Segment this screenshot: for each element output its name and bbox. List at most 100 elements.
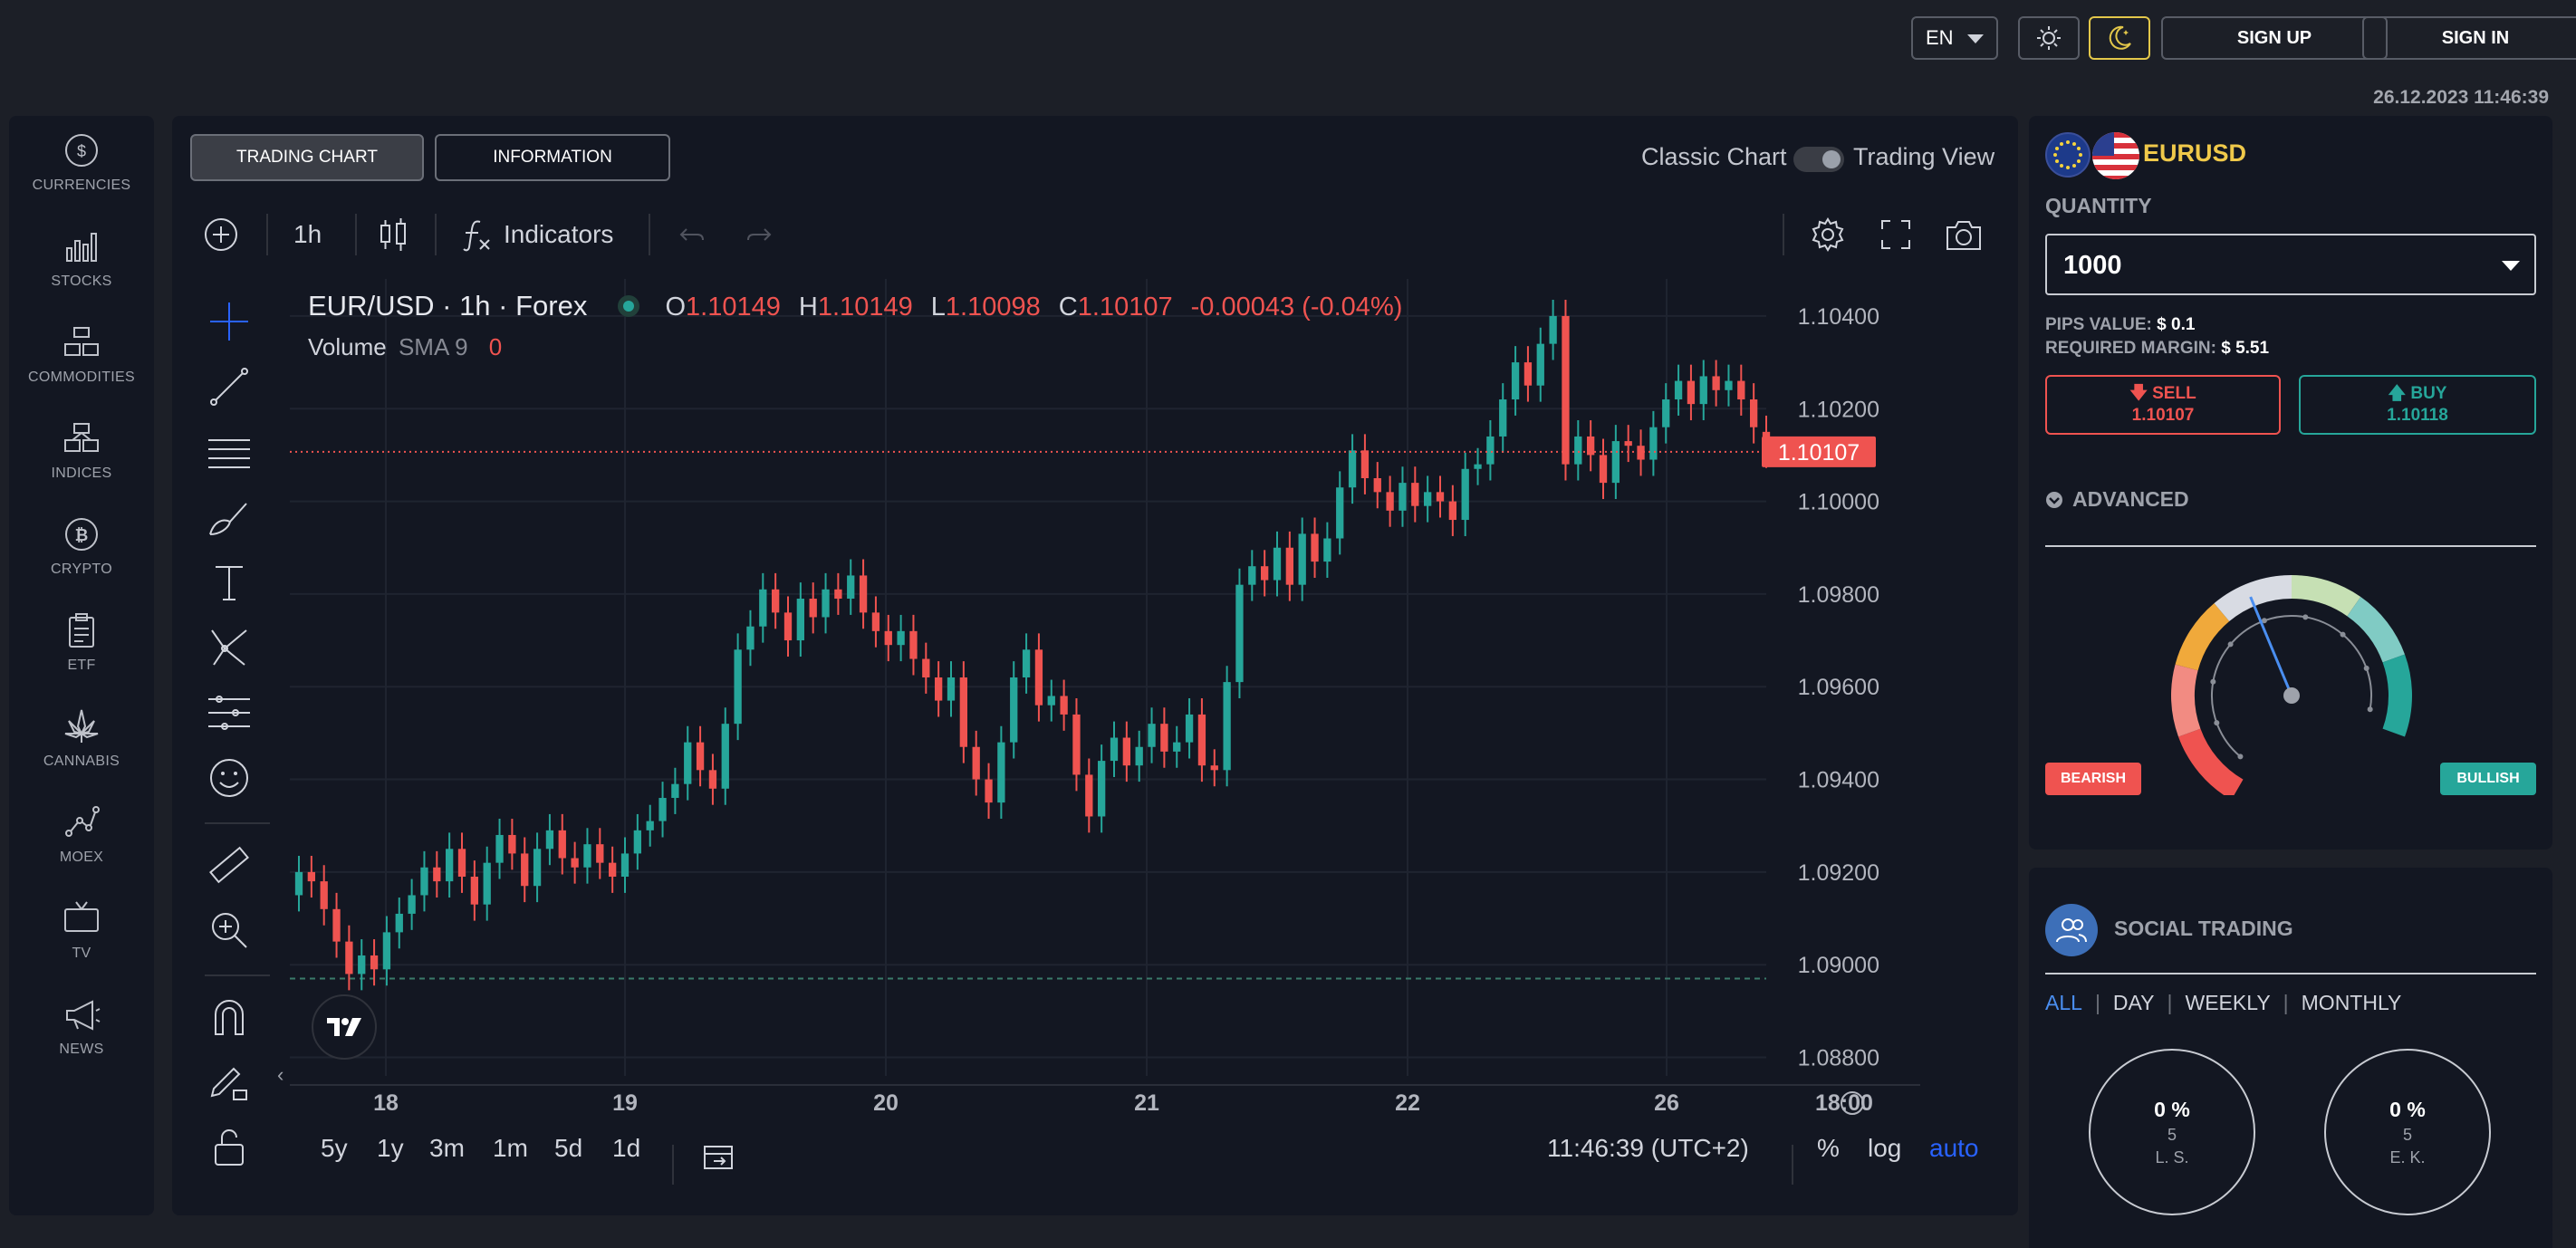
candle-body xyxy=(646,821,654,830)
candle-body xyxy=(1173,742,1181,752)
candle-body xyxy=(1148,724,1156,747)
filter-all[interactable]: ALL xyxy=(2045,991,2082,1015)
candle-body xyxy=(884,630,892,646)
candle-body xyxy=(1285,547,1293,585)
chevron-circle-icon xyxy=(2046,491,2062,508)
y-tick-label: 1.10200 xyxy=(1798,397,1879,422)
legend-symbol: EUR/USD · 1h · Forex xyxy=(308,290,588,322)
buy-button[interactable]: 🡅 BUY 1.10118 xyxy=(2299,375,2536,435)
tradingview-logo[interactable] xyxy=(312,994,377,1060)
sidebar-item-news[interactable]: NEWS xyxy=(9,994,154,1085)
sidebar-item-moex[interactable]: MOEX xyxy=(9,802,154,893)
svg-text:₿: ₿ xyxy=(75,526,89,544)
sell-button[interactable]: 🡇 SELL 1.10107 xyxy=(2045,375,2281,435)
language-select[interactable]: EN xyxy=(1911,16,1998,60)
range-5d-button[interactable]: 5d xyxy=(554,1134,582,1163)
candle-body xyxy=(1248,566,1256,585)
candle-body xyxy=(571,858,579,868)
clipboard-icon xyxy=(69,613,94,648)
candle-body xyxy=(1649,427,1658,460)
filter-weekly[interactable]: WEEKLY xyxy=(2186,991,2271,1015)
candle-body xyxy=(1662,399,1670,427)
sign-up-button[interactable]: SIGN UP xyxy=(2161,16,2388,60)
chart-clock[interactable]: 11:46:39 (UTC+2) xyxy=(1547,1134,1749,1163)
candle-body xyxy=(972,746,980,780)
candle-body xyxy=(897,630,905,646)
sign-in-button[interactable]: SIGN IN xyxy=(2362,16,2576,60)
candle-body xyxy=(1587,436,1595,456)
sidebar-item-tv[interactable]: TV xyxy=(9,898,154,989)
candle-body xyxy=(1424,492,1432,506)
y-tick-label: 1.09000 xyxy=(1798,953,1879,978)
auto-scale-button[interactable]: auto xyxy=(1929,1134,1979,1163)
candle-body xyxy=(483,862,491,905)
candle-body xyxy=(457,849,466,877)
pips-value: $ 0.1 xyxy=(2157,315,2196,334)
candle-body xyxy=(1687,380,1696,405)
sidebar-item-label: CANNABIS xyxy=(43,754,120,769)
candle-body xyxy=(909,630,918,659)
gauge-tick xyxy=(2214,720,2220,726)
sidebar-item-indices[interactable]: INDICES xyxy=(9,418,154,509)
nodes-icon xyxy=(65,806,100,837)
dark-theme-button[interactable] xyxy=(2089,16,2150,60)
trader-card[interactable]: 0 % 5 E. K. xyxy=(2324,1049,2491,1215)
quantity-select[interactable]: 1000 xyxy=(2045,234,2536,295)
goto-date-button[interactable] xyxy=(701,1139,735,1178)
candle-body xyxy=(345,941,353,974)
sma-label: SMA 9 xyxy=(398,333,468,360)
range-5y-button[interactable]: 5y xyxy=(321,1134,348,1163)
quantity-value: 1000 xyxy=(2063,251,2122,280)
us-flag-icon xyxy=(2092,132,2139,179)
log-scale-button[interactable]: log xyxy=(1868,1134,1901,1163)
candle-body xyxy=(959,677,967,747)
range-1y-button[interactable]: 1y xyxy=(377,1134,404,1163)
bearish-badge: BEARISH xyxy=(2045,763,2141,795)
megaphone-icon xyxy=(66,1000,101,1031)
chart-panel: TRADING CHART INFORMATION Classic Chart … xyxy=(172,116,2018,1215)
sidebar-item-label: TV xyxy=(72,946,91,961)
range-3m-button[interactable]: 3m xyxy=(429,1134,465,1163)
sidebar-item-stocks[interactable]: STOCKS xyxy=(9,226,154,317)
candle-body xyxy=(1611,441,1620,484)
pips-label: PIPS VALUE: xyxy=(2045,315,2152,334)
light-theme-button[interactable] xyxy=(2018,16,2080,60)
sidebar-item-etf[interactable]: ETF xyxy=(9,610,154,701)
sidebar-item-label: MOEX xyxy=(59,850,104,865)
trader-card[interactable]: 0 % 5 L. S. xyxy=(2089,1049,2255,1215)
range-1m-button[interactable]: 1m xyxy=(493,1134,528,1163)
margin-value: $ 5.51 xyxy=(2221,339,2270,358)
candle-body xyxy=(859,575,868,613)
candle-body xyxy=(746,626,755,650)
filter-monthly[interactable]: MONTHLY xyxy=(2302,991,2402,1015)
candle-body xyxy=(370,955,379,970)
x-tick-label: 19 xyxy=(612,1090,638,1116)
candle-body xyxy=(521,853,529,887)
sidebar-item-cannabis[interactable]: CANNABIS xyxy=(9,706,154,797)
candle-body xyxy=(1549,315,1557,344)
legend-open: 1.10149 xyxy=(686,293,781,322)
trader-percent: 0 % xyxy=(2154,1097,2190,1121)
divider xyxy=(2045,973,2536,974)
gauge-segment xyxy=(2347,597,2405,663)
filter-day[interactable]: DAY xyxy=(2113,991,2155,1015)
candle-body xyxy=(320,881,328,909)
sidebar-item-currencies[interactable]: $ CURRENCIES xyxy=(9,130,154,221)
percent-scale-button[interactable]: % xyxy=(1817,1134,1840,1163)
sidebar-item-commodities[interactable]: COMMODITIES xyxy=(9,322,154,413)
advanced-toggle[interactable]: ADVANCED xyxy=(2045,487,2189,512)
candle-body xyxy=(332,908,341,942)
x-tick-label: 21 xyxy=(1134,1090,1159,1116)
range-1d-button[interactable]: 1d xyxy=(612,1134,640,1163)
candle-body xyxy=(1399,483,1407,511)
candle-body xyxy=(294,871,303,896)
candle-body xyxy=(558,830,566,859)
trader-percent: 0 % xyxy=(2389,1097,2426,1121)
gauge-tick xyxy=(2227,641,2234,648)
sidebar-item-crypto[interactable]: ₿ CRYPTO xyxy=(9,514,154,605)
candle-body xyxy=(1348,450,1357,488)
x-tick-label: 18:00 xyxy=(1815,1090,1873,1116)
price-chart[interactable]: 1.10400 1.10200 1.10000 1.09800 1.09600 1.094… xyxy=(172,116,2018,1215)
candle-body xyxy=(1085,774,1093,817)
margin-label: REQUIRED MARGIN: xyxy=(2045,339,2216,358)
